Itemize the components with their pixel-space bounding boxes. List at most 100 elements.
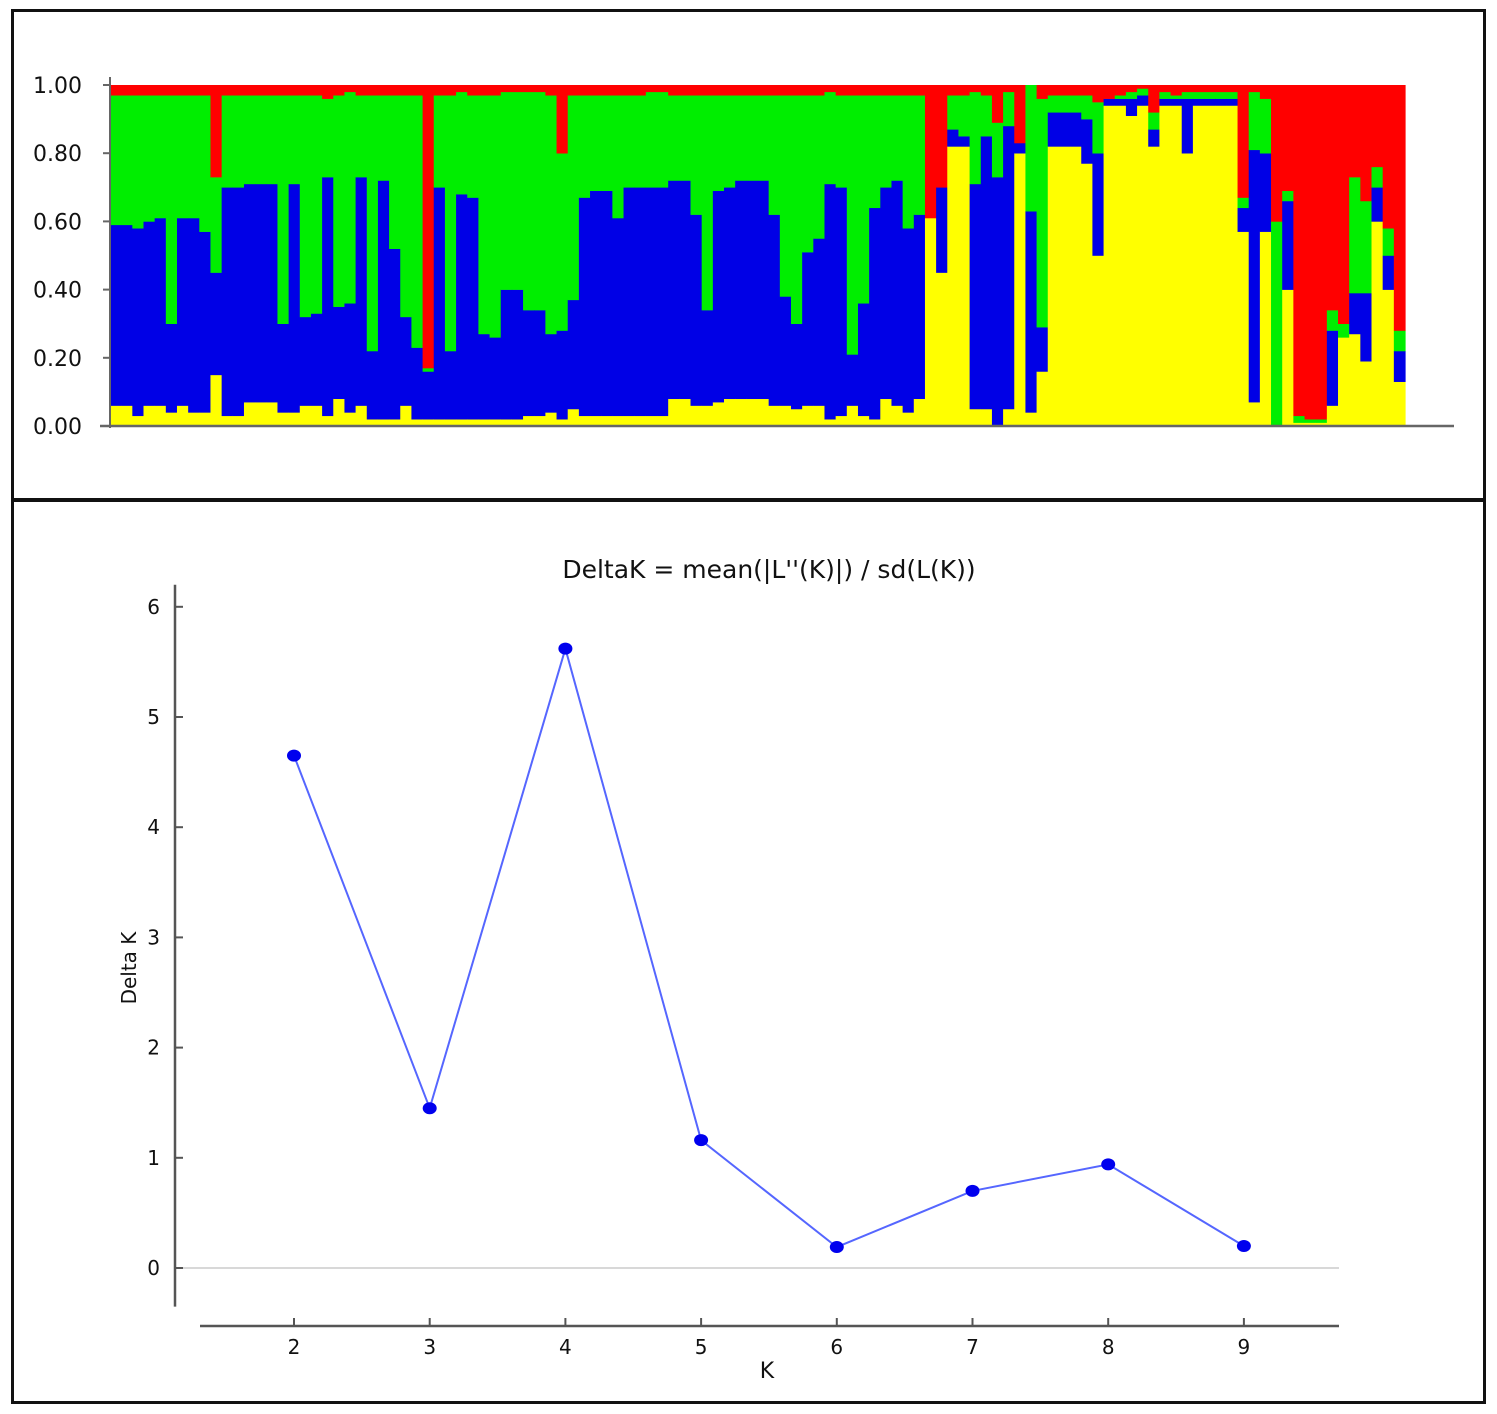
y-tick-label: 0.60 (33, 210, 82, 235)
bar-segment-red (277, 85, 290, 96)
bar-segment-green (1226, 91, 1239, 99)
individual-bar (1282, 85, 1294, 427)
individual-bar (1036, 85, 1049, 427)
bar-segment-red (690, 85, 703, 96)
bar-segment-green (344, 91, 357, 304)
bar-segment-red (701, 85, 714, 96)
bar-segment-yellow (1070, 146, 1082, 427)
bar-segment-green (601, 95, 613, 192)
bar-segment-red (1159, 85, 1172, 93)
bar-segment-blue (947, 129, 960, 147)
bar-segment-blue (1170, 98, 1183, 106)
bar-segment-green (1181, 91, 1194, 99)
bar-segment-blue (936, 187, 948, 273)
bar-segment-yellow (322, 415, 334, 427)
individual-bar (746, 85, 759, 427)
bar-segment-yellow (188, 412, 200, 427)
bar-segment-green (176, 95, 189, 219)
individual-bar (1338, 85, 1350, 427)
bar-segment-green (590, 95, 602, 192)
deltak-point (694, 1134, 709, 1147)
bar-segment-yellow (668, 398, 680, 427)
bar-segment-blue (1103, 98, 1116, 106)
bar-segment-green (1081, 95, 1094, 120)
bar-segment-red (1259, 85, 1272, 99)
bar-segment-blue (199, 231, 212, 413)
individual-bar (924, 85, 937, 427)
bar-segment-red (478, 85, 491, 96)
bar-segment-blue (757, 180, 770, 400)
bar-segment-red (556, 85, 569, 154)
bar-segment-yellow (612, 415, 625, 427)
bar-segment-red (880, 85, 893, 96)
individual-bar (1014, 85, 1027, 427)
bar-segment-green (221, 95, 234, 188)
bar-segment-yellow (1014, 153, 1027, 427)
bar-segment-blue (333, 306, 346, 400)
bar-segment-green (322, 98, 334, 178)
bar-segment-yellow (891, 405, 904, 427)
bar-segment-red (1293, 85, 1306, 417)
x-tick-label: 5 (695, 1335, 708, 1359)
bar-segment-red (1360, 85, 1373, 202)
individual-bar (1103, 85, 1116, 427)
y-tick-label: 2 (147, 1036, 160, 1060)
bar-segment-blue (668, 180, 680, 400)
individual-bar (255, 85, 267, 427)
bar-segment-green (746, 95, 759, 181)
individual-bar (411, 85, 424, 427)
bar-segment-red (1282, 85, 1294, 192)
individual-bar (377, 85, 390, 427)
bar-segment-yellow (523, 415, 535, 427)
bar-segment-blue (802, 252, 814, 406)
bar-segment-yellow (255, 402, 267, 427)
bar-segment-blue (1248, 149, 1261, 403)
bar-segment-red (1226, 85, 1239, 93)
bar-segment-red (243, 85, 256, 96)
bar-segment-red (1170, 85, 1183, 96)
bar-segment-yellow (1338, 337, 1350, 427)
bar-segment-yellow (132, 415, 145, 427)
bar-segment-green (154, 95, 167, 219)
bar-segment-green (1282, 190, 1294, 202)
bar-segment-red (110, 85, 122, 96)
bar-segment-blue (288, 183, 301, 413)
bar-segment-green (869, 95, 881, 209)
individual-bar (389, 85, 401, 427)
bar-segment-red (679, 85, 692, 96)
bar-segment-red (735, 85, 747, 96)
bar-segment-blue (824, 183, 837, 420)
y-tick-label: 0.40 (33, 279, 82, 304)
bar-segment-yellow (299, 405, 312, 427)
bar-segment-red (377, 85, 390, 96)
bar-segment-red (601, 85, 613, 96)
bar-segment-green (1304, 419, 1317, 423)
individual-bar (980, 85, 993, 427)
bar-segment-red (199, 85, 212, 96)
bar-segment-red (1382, 85, 1395, 229)
bar-segment-red (645, 85, 658, 93)
bar-segment-blue (869, 207, 881, 420)
individual-bar (1326, 85, 1339, 427)
bar-segment-green (467, 95, 479, 198)
x-tick-label: 6 (830, 1335, 843, 1359)
individual-bar (1170, 85, 1183, 427)
bar-segment-green (1393, 330, 1406, 352)
bar-segment-blue (1371, 187, 1384, 222)
bar-segment-red (712, 85, 725, 96)
bar-segment-green (991, 122, 1004, 178)
individual-bar (1393, 85, 1406, 427)
bar-segment-blue (500, 289, 513, 420)
individual-bar (712, 85, 725, 427)
individual-bar (1125, 85, 1138, 427)
bar-segment-red (1081, 85, 1094, 96)
individual-bar (947, 85, 960, 427)
individual-bar (668, 85, 680, 427)
bar-segment-green (310, 95, 323, 314)
bar-segment-green (857, 95, 870, 304)
bar-segment-blue (456, 194, 468, 420)
bar-segment-blue (1349, 293, 1361, 335)
bar-segment-red (924, 85, 937, 219)
bar-segment-green (1338, 323, 1350, 338)
bar-segment-red (511, 85, 524, 93)
